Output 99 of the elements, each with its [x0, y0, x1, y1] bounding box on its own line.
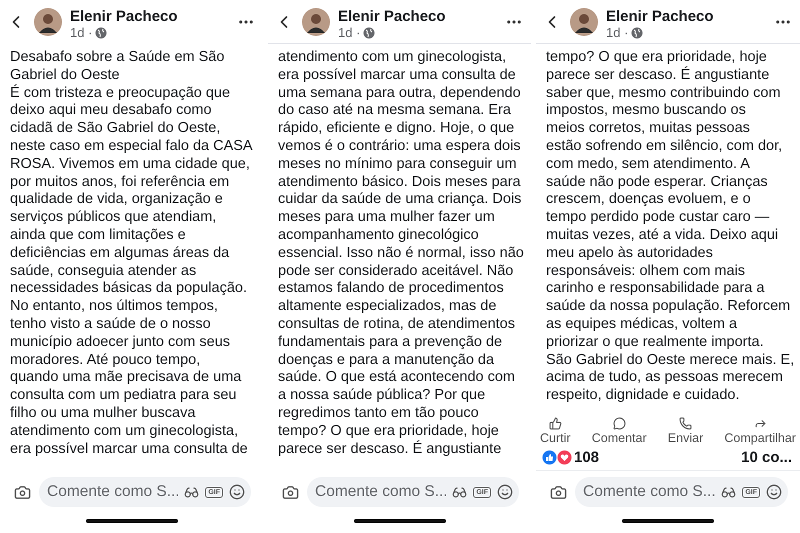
post-text-line: atendimento básico. Dois meses para	[278, 174, 522, 192]
post-text-line: responsáveis: olhem com mais	[546, 262, 746, 280]
post-text-line: quando uma mãe precisava de uma	[10, 369, 242, 388]
post-text-line: regredimos tanto em tão pouco	[278, 404, 480, 423]
reaction-count[interactable]: 108	[574, 449, 600, 466]
post-text-line: priorizar o que realmente importa.	[546, 334, 765, 352]
post-text-line: muitas vezes, até a vida. Deixo aqui	[546, 226, 780, 245]
post-text-line: deixo aqui meu desabafo como	[10, 102, 213, 120]
action-button[interactable]: Comentar	[592, 417, 647, 445]
action-button[interactable]: Enviar	[668, 417, 704, 445]
comment-input[interactable]: Comente como S...	[47, 483, 178, 501]
post-text-line: meses para uma mulher fazer um	[278, 209, 496, 227]
post-time: 1d ·	[606, 26, 628, 41]
post-text-line: Gabriel do Oeste	[10, 66, 121, 84]
thumbs-up-icon	[548, 417, 562, 430]
post-text-line: No entanto, nos últimos tempos,	[10, 298, 219, 316]
post-text-line: carinho e responsabilidade para a	[546, 280, 766, 298]
post-time: 1d ·	[70, 26, 92, 41]
share-icon	[754, 417, 767, 430]
phone-icon	[679, 417, 692, 430]
avatar[interactable]	[302, 8, 330, 36]
post-time: 1d ·	[338, 26, 360, 41]
post-text-line: estão sofrendo em silêncio, com dor,	[546, 138, 784, 156]
comment-input[interactable]: Comente como S...	[583, 483, 716, 501]
post-text-line: pode ser considerado aceitável. Não	[278, 262, 514, 280]
post-text-line: saúde. O que está acontecendo com	[278, 369, 516, 388]
post-text-line: tenho visto a saúde de o nosso	[10, 316, 212, 334]
post-text-line: cidadã de São Gabriel do Oeste,	[10, 120, 222, 138]
post-text-line: fundamentais para a prevenção de	[278, 334, 504, 352]
post-text-line: É com tristeza e preocupação que	[10, 84, 232, 102]
camera-icon[interactable]	[550, 484, 567, 500]
avatar[interactable]	[570, 8, 598, 36]
post-text-line: parece ser descaso. É angustiante	[546, 66, 770, 85]
post-text-line: atendimento com um ginecologista,	[278, 49, 508, 67]
heart-reaction-icon	[557, 450, 572, 465]
smiley-icon[interactable]	[497, 484, 513, 500]
post-text-line: ROSA. Vivemos em uma cidade que,	[10, 156, 251, 174]
post-text-line: Desabafo sobre a Saúde em São	[10, 49, 226, 67]
post-text-line: tempo? O que era prioridade, hoje	[278, 422, 500, 440]
speech-bubble-icon	[612, 417, 626, 430]
post-text-line: crescem, doenças evoluem, e o	[546, 191, 752, 210]
post-text-line: a nossa saúde pública? Por que	[278, 387, 486, 405]
camera-icon[interactable]	[14, 484, 31, 500]
action-button[interactable]: Compartilhar	[724, 417, 796, 445]
post-text-line: cuidar da saúde de uma criança. Dois	[278, 191, 522, 210]
post-text-line: respeito, dignidade e cuidado.	[546, 387, 740, 405]
post-text-line: moradores. Até pouco tempo,	[10, 352, 202, 370]
post-text-line: deficiências em algumas áreas da	[10, 244, 230, 263]
post-text-line: necessidades básicas da população.	[10, 280, 248, 298]
globe-icon	[631, 27, 644, 40]
post-text-line: meu apelo às autoridades	[546, 244, 714, 263]
author-name[interactable]: Elenir Pacheco	[70, 8, 229, 26]
post-text-line: serviços públicos que atendiam,	[10, 209, 218, 227]
post-text-line: tempo? O que era prioridade, hoje	[546, 49, 768, 66]
post-text-line: as equipes médicas, voltem a	[546, 316, 738, 334]
post-text-line: saber que, mesmo contribuindo com	[546, 84, 782, 102]
post-text-line: município adoecer junto com seus	[10, 334, 232, 352]
post-text-line: impostos, mesmo buscando os	[546, 102, 747, 120]
comment-input[interactable]: Comente como S...	[315, 483, 446, 501]
post-text-line: era possível marcar uma consulta de	[10, 440, 249, 458]
post-text-line: atendimento com um ginecologista,	[10, 422, 240, 441]
post-text-line: altamente especializados, mas de	[278, 298, 498, 316]
author-name[interactable]: Elenir Pacheco	[606, 8, 766, 26]
globe-icon	[363, 27, 376, 40]
post-text-line: tempo perdido pode custar caro —	[546, 209, 770, 227]
globe-icon	[95, 27, 108, 40]
post-text-line: parece ser descaso. É angustiante	[278, 440, 502, 458]
post-text-line: meses no mínimo para conseguir um	[278, 156, 518, 174]
avatar[interactable]	[34, 8, 62, 36]
smiley-icon[interactable]	[766, 484, 782, 500]
post-text-line: doenças e para a manutenção da	[278, 352, 496, 370]
comments-count-link[interactable]: 10 co...	[741, 449, 792, 466]
author-name[interactable]: Elenir Pacheco	[338, 8, 497, 26]
post-text-line: estamos falando de procedimentos	[278, 280, 505, 298]
post-text-line: saúde da nossa população. Reforcem	[546, 298, 792, 316]
post-text-line: saúde não pode esperar. Crianças	[546, 174, 769, 192]
post-text-line: acompanhamento ginecológico	[278, 226, 480, 245]
post-text-line: saúde, conseguia atender as	[10, 262, 198, 280]
post-text-line: meios corretos, muitas pessoas	[546, 120, 751, 138]
post-text-line: neste caso em especial falo da CASA	[10, 138, 254, 156]
post-text-line: era possível marcar uma consulta de	[278, 66, 517, 85]
post-text-line: consulta com um pediatra para seu	[10, 387, 238, 405]
post-text-line: por muitos anos, foi referência em	[10, 174, 230, 192]
camera-icon[interactable]	[282, 484, 299, 500]
post-text-line: consultas de rotina, de atendimentos	[278, 316, 516, 334]
post-text-line: qualidade de vida, organização e	[10, 191, 224, 210]
post-text-line: rápido, eficiente e digno. Hoje, o que	[278, 120, 516, 138]
post-text-line: vemos é o contrário: uma espera dois	[278, 138, 522, 156]
post-text-line: ainda que com limitações e	[10, 226, 187, 245]
post-text-line: com medo, sem atendimento. A	[546, 156, 751, 174]
action-button[interactable]: Curtir	[540, 417, 571, 445]
post-text-line: essencial. Isso não é normal, isso não	[278, 244, 525, 263]
post-text-line: uma semana para outra, dependendo	[278, 84, 522, 102]
post-text-line: acima de tudo, as pessoas merecem	[546, 369, 784, 388]
post-text-line: do caso até na mesma semana. Era	[278, 102, 512, 120]
like-reaction-icon	[542, 450, 557, 465]
post-text-line: São Gabriel do Oeste merece mais. E,	[546, 352, 796, 370]
post-text-line: filho ou uma mulher buscava	[10, 404, 196, 423]
smiley-icon[interactable]	[229, 484, 245, 500]
